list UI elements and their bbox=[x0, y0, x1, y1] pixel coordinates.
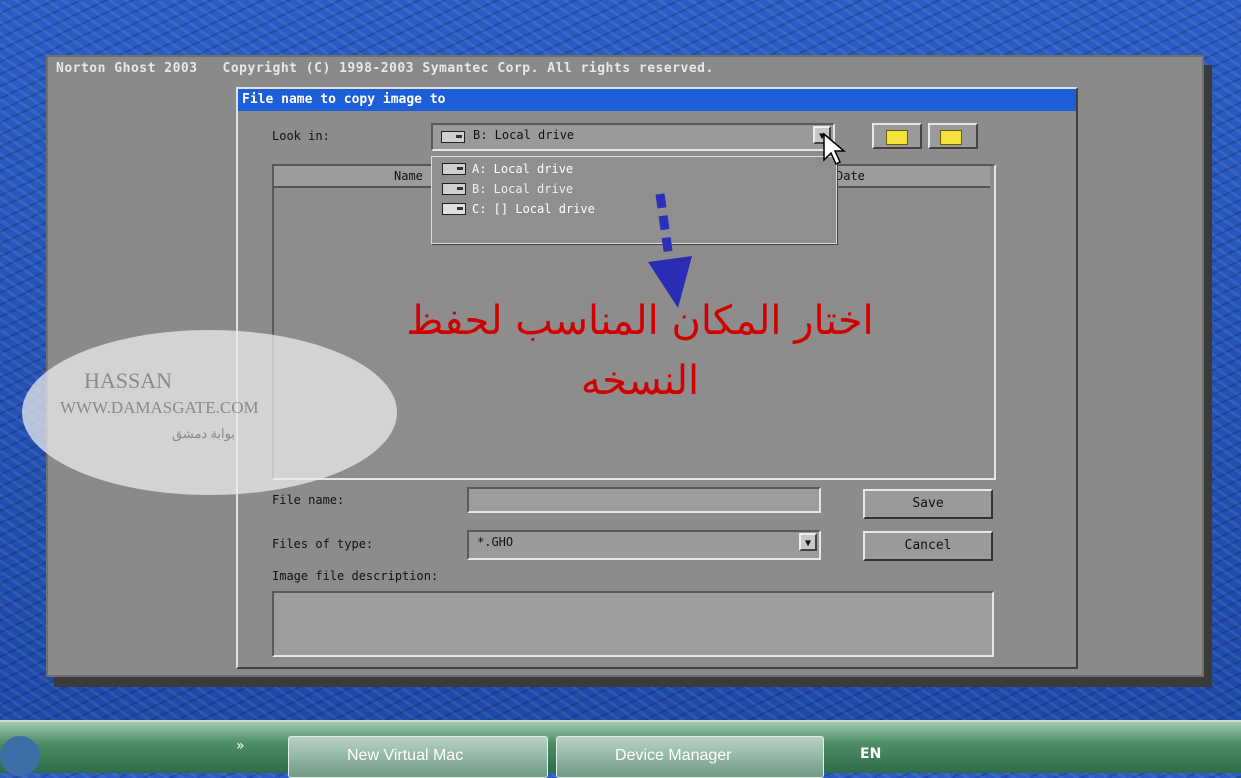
folder-up-icon bbox=[886, 130, 908, 145]
drive-icon bbox=[442, 183, 466, 195]
drive-icon bbox=[442, 163, 466, 175]
new-folder-button[interactable] bbox=[928, 123, 978, 149]
up-folder-button[interactable] bbox=[872, 123, 922, 149]
taskbar-overflow-icon[interactable]: » bbox=[236, 738, 245, 754]
dialog-title: File name to copy image to bbox=[238, 89, 1076, 111]
file-name-label: File name: bbox=[272, 493, 345, 507]
drive-icon bbox=[441, 131, 465, 143]
watermark-line-2: WWW.DAMASGATE.COM bbox=[60, 398, 259, 417]
app-title: Norton Ghost 2003 Copyright (C) 1998-200… bbox=[56, 61, 714, 76]
start-orb-icon[interactable] bbox=[0, 736, 40, 776]
files-of-type-combo[interactable]: *.GHO ▼ bbox=[467, 530, 821, 560]
cancel-button[interactable]: Cancel bbox=[863, 531, 993, 561]
file-name-input[interactable] bbox=[467, 487, 821, 513]
taskbar-item-device-manager[interactable]: Device Manager bbox=[556, 736, 824, 778]
language-indicator[interactable]: EN bbox=[860, 746, 881, 762]
new-folder-icon bbox=[940, 130, 962, 145]
drive-item-a[interactable]: A: Local drive bbox=[442, 162, 573, 176]
description-input[interactable] bbox=[272, 591, 994, 657]
save-button[interactable]: Save bbox=[863, 489, 993, 519]
annotation-line-1: اختار المكان المناسب لحفظ bbox=[406, 298, 874, 344]
taskbar: » New Virtual Mac Device Manager EN bbox=[0, 720, 1241, 778]
look-in-combo[interactable]: B: Local drive ▼ bbox=[431, 123, 835, 151]
taskbar-item-virtual-machine[interactable]: New Virtual Mac bbox=[288, 736, 548, 778]
mouse-cursor-icon bbox=[823, 132, 847, 166]
look-in-value: B: Local drive bbox=[473, 128, 575, 142]
description-label: Image file description: bbox=[272, 569, 439, 583]
annotation-line-2: النسخه bbox=[580, 358, 700, 404]
files-of-type-value: *.GHO bbox=[477, 535, 514, 549]
drive-item-b[interactable]: B: Local drive bbox=[442, 182, 573, 196]
files-of-type-label: Files of type: bbox=[272, 537, 374, 551]
look-in-label: Look in: bbox=[272, 129, 330, 143]
column-name-label: Name bbox=[394, 169, 423, 183]
watermark-seal: HASSAN WWW.DAMASGATE.COM بوابة دمشق bbox=[22, 330, 397, 495]
watermark-line-1: HASSAN bbox=[84, 368, 173, 393]
watermark-line-3: بوابة دمشق bbox=[172, 426, 235, 441]
drive-item-c[interactable]: C: [] Local drive bbox=[442, 202, 595, 216]
drive-icon bbox=[442, 203, 466, 215]
chevron-down-icon[interactable]: ▼ bbox=[799, 533, 817, 551]
column-date[interactable]: Date bbox=[836, 166, 990, 188]
